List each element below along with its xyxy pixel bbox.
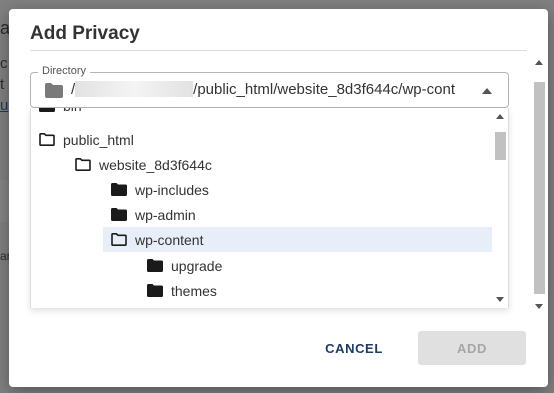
- tree-item-label: wp-admin: [135, 206, 196, 223]
- folder-filled-icon: [39, 108, 55, 112]
- tree-item-label: upgrade: [171, 257, 223, 274]
- directory-value: //public_html/website_8d3f644c/wp-cont: [71, 81, 455, 98]
- title-divider: [30, 50, 527, 51]
- tree-item-website[interactable]: website_8d3f644c: [75, 152, 494, 177]
- folder-filled-icon: [111, 183, 127, 196]
- background-link: u: [0, 97, 9, 114]
- background-row: [0, 180, 9, 222]
- tree-item-wp-includes[interactable]: wp-includes: [111, 177, 494, 202]
- chevron-up-icon[interactable]: [482, 88, 492, 94]
- scroll-up-arrow-icon[interactable]: [496, 114, 504, 119]
- scroll-down-arrow-icon[interactable]: [535, 304, 543, 309]
- tree-item-label: public_html: [63, 131, 134, 148]
- tree-item-label: bin: [63, 108, 82, 114]
- background-text: c: [0, 55, 8, 72]
- dialog-scrollbar[interactable]: [531, 54, 547, 312]
- directory-select[interactable]: //public_html/website_8d3f644c/wp-cont: [30, 72, 509, 108]
- tree-item-upgrade[interactable]: upgrade: [147, 253, 494, 278]
- folder-filled-icon: [147, 284, 163, 297]
- folder-filled-icon: [147, 259, 163, 272]
- add-button[interactable]: ADD: [418, 331, 526, 365]
- dialog-title: Add Privacy: [30, 23, 140, 44]
- tree-item-uploads[interactable]: uploads: [147, 303, 494, 309]
- tree-item-label: uploads: [171, 308, 220, 309]
- scrollbar-thumb[interactable]: [495, 132, 506, 160]
- cancel-button[interactable]: CANCEL: [309, 331, 399, 365]
- folder-filled-icon: [111, 208, 127, 221]
- tree-item-label: wp-includes: [135, 181, 209, 198]
- scroll-down-arrow-icon[interactable]: [496, 297, 504, 302]
- directory-label: Directory: [38, 65, 91, 77]
- background-text: t: [0, 76, 5, 93]
- tree-item-public-html[interactable]: public_html: [39, 127, 494, 152]
- folder-open-icon: [39, 133, 55, 146]
- tree-item-themes[interactable]: themes: [147, 278, 494, 303]
- tree-item-label: themes: [171, 282, 217, 299]
- folder-open-icon: [75, 158, 91, 171]
- tree-item-wp-admin[interactable]: wp-admin: [111, 202, 494, 227]
- scrollbar-thumb[interactable]: [534, 82, 545, 294]
- tree-scrollbar[interactable]: [492, 108, 508, 308]
- tree-item-wp-content[interactable]: wp-content: [103, 227, 494, 252]
- folder-icon: [45, 83, 63, 98]
- add-privacy-dialog: Add Privacy //public_html/website_8d3f64…: [9, 9, 548, 387]
- scroll-up-arrow-icon[interactable]: [535, 60, 543, 65]
- directory-value-path: /public_html/website_8d3f644c/wp-cont: [193, 81, 455, 98]
- tree-item-bin[interactable]: bin: [39, 108, 494, 118]
- folder-open-icon: [111, 233, 127, 246]
- redacted-username: [75, 81, 194, 97]
- tree-item-label: wp-content: [135, 231, 204, 248]
- directory-tree: bin public_html website_8d3f644c wp-incl…: [30, 108, 509, 308]
- tree-item-label: website_8d3f644c: [99, 156, 212, 173]
